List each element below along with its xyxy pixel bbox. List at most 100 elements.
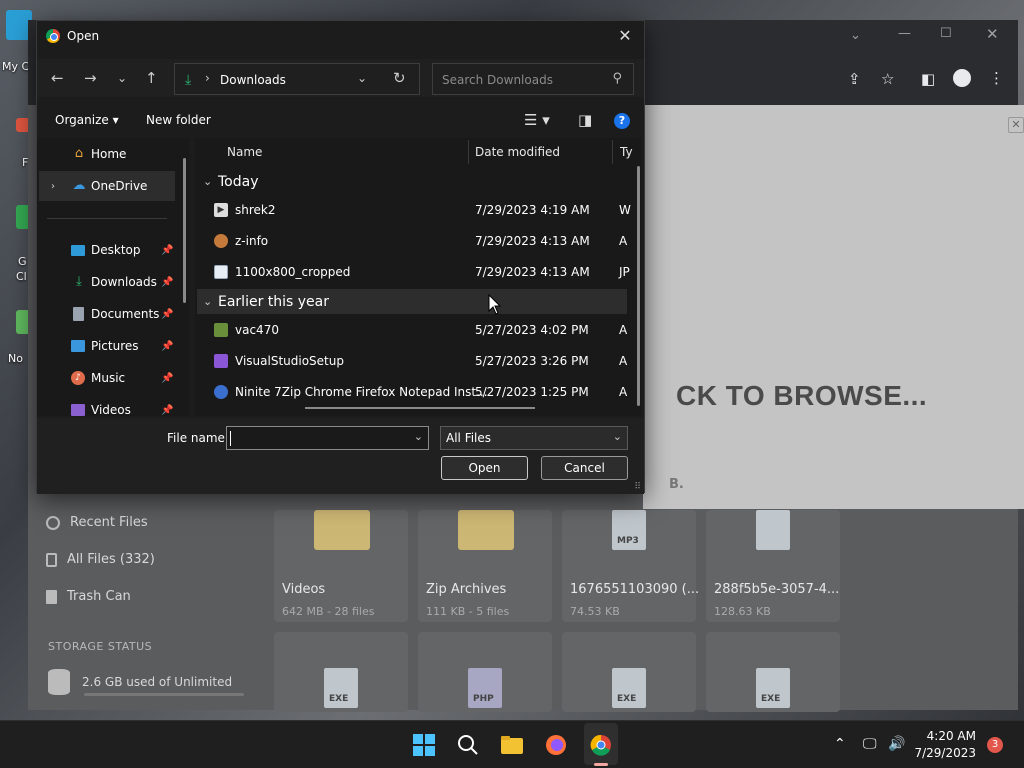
profile-icon[interactable] [953,69,971,87]
pin-icon[interactable]: 📌 [161,405,173,416]
file-row[interactable]: ▶ shrek2 7/29/2023 4:19 AM W [197,195,637,225]
side-panel-icon[interactable]: ◧ [921,70,935,88]
browse-prompt[interactable]: CK TO BROWSE... [676,380,927,412]
new-folder-button[interactable]: New folder [146,113,211,127]
network-icon[interactable]: 🖵 [863,736,877,752]
file-tile[interactable]: EXE [562,632,696,712]
volume-icon[interactable]: 🔊 [888,736,905,752]
forward-arrow-icon[interactable]: → [84,69,97,87]
pin-icon[interactable]: 📌 [161,341,173,352]
file-list-hscrollbar[interactable] [305,407,535,409]
desktop-label: G [18,255,27,268]
file-tile[interactable]: 288f5b5e-3057-4... 128.63 KB [706,510,840,622]
sidebar-item-trash[interactable]: Trash Can [46,589,131,604]
group-header-earlier-this-year[interactable]: ⌄ Earlier this year [197,289,627,314]
nav-divider [47,218,167,219]
address-bar[interactable]: ⤓ › Downloads ⌄ ↻ [174,63,420,95]
sidebar-item-recent[interactable]: Recent Files [46,515,148,530]
sidebar-item-desktop[interactable]: Desktop 📌 [37,235,177,265]
column-header-name[interactable]: Name [227,138,262,166]
sidebar-item-music[interactable]: ♪ Music 📌 [37,363,177,393]
sidebar-item-pictures[interactable]: Pictures 📌 [37,331,177,361]
preview-pane-icon[interactable]: ◨ [578,111,592,129]
refresh-icon[interactable]: ↻ [393,69,406,87]
breadcrumb-downloads[interactable]: Downloads [220,73,286,87]
notification-badge[interactable]: 3 [987,737,1003,753]
group-header-today[interactable]: ⌄ Today [197,169,627,194]
clock-date[interactable]: 7/29/2023 [914,746,976,760]
file-date: 5/27/2023 1:25 PM [475,385,589,399]
pin-icon[interactable]: 📌 [161,277,173,288]
maximize-icon[interactable]: ☐ [940,26,952,41]
file-date: 7/29/2023 4:19 AM [475,203,590,217]
chrome-icon[interactable] [589,733,613,757]
address-dropdown-icon[interactable]: ⌄ [357,71,367,85]
back-arrow-icon[interactable]: ← [51,69,64,87]
file-tile[interactable]: PHP [418,632,552,712]
search-input[interactable]: Search Downloads ⚲ [432,63,634,95]
close-icon[interactable]: ✕ [1008,117,1024,133]
file-explorer-icon[interactable] [500,733,524,757]
file-tile[interactable]: EXE [706,632,840,712]
file-row[interactable]: 1100x800_cropped 7/29/2023 4:13 AM JP [197,257,637,287]
file-row[interactable]: VisualStudioSetup 5/27/2023 3:26 PM A [197,346,637,376]
file-row[interactable]: vac470 5/27/2023 4:02 PM A [197,315,637,345]
collapse-chevron-icon[interactable]: ⌄ [203,175,212,188]
recent-locations-chevron-icon[interactable]: ⌄ [117,71,127,85]
file-tile[interactable]: EXE [274,632,408,712]
view-options-icon[interactable]: ☰ ▾ [524,111,550,129]
pin-icon[interactable]: 📌 [161,245,173,256]
file-tile[interactable]: MP3 1676551103090 (... 74.53 KB [562,510,699,622]
column-header-type[interactable]: Ty [620,138,633,166]
column-header-date[interactable]: Date modified [475,138,560,166]
chevron-down-icon[interactable]: ⌄ [850,28,861,43]
start-windows-icon[interactable] [412,733,436,757]
clock-icon [46,515,60,530]
open-button[interactable]: Open [441,456,528,480]
share-icon[interactable]: ⇪ [848,70,861,88]
command-bar: Organize ▾ New folder ☰ ▾ ◨ ? [37,103,644,137]
pin-icon[interactable]: 📌 [161,373,173,384]
sidebar-item-onedrive[interactable]: › ☁ OneDrive [39,171,175,201]
minimize-icon[interactable]: — [898,26,911,41]
help-icon[interactable]: ? [614,113,630,129]
nav-scrollbar[interactable] [183,158,186,303]
video-file-icon: ▶ [214,203,228,217]
collapse-chevron-icon[interactable]: ⌄ [203,295,212,308]
expand-chevron-icon[interactable]: › [51,181,55,192]
file-list-scrollbar[interactable] [637,166,640,406]
file-row[interactable]: z-info 7/29/2023 4:13 AM A [197,226,637,256]
search-icon[interactable] [456,733,480,757]
close-dialog-button[interactable]: ✕ [614,25,636,47]
sidebar-item-downloads[interactable]: ⤓ Downloads 📌 [37,267,177,297]
file-type-select[interactable]: All Files ⌄ [440,426,628,450]
file-row[interactable]: Ninite 7Zip Chrome Firefox Notepad Inst.… [197,377,637,407]
show-hidden-icons-chevron[interactable]: ⌃ [834,736,846,752]
pin-icon[interactable]: 📌 [161,309,173,320]
image-file-icon [214,265,228,279]
file-name-input[interactable]: ⌄ [226,426,429,450]
column-divider[interactable] [468,140,469,164]
up-arrow-icon[interactable]: ↑ [145,69,158,87]
star-icon[interactable]: ☆ [881,70,894,88]
file-tile[interactable]: Zip Archives 111 KB - 5 files [418,510,552,622]
organize-button[interactable]: Organize ▾ [55,113,119,127]
download-icon: ⤓ [76,274,82,289]
clock-time[interactable]: 4:20 AM [927,729,976,743]
file-name: vac470 [235,323,279,337]
menu-icon[interactable]: ⋮ [989,69,1004,87]
column-divider[interactable] [612,140,613,164]
sidebar-item-videos[interactable]: Videos 📌 [37,395,177,416]
chevron-down-icon[interactable]: ⌄ [414,430,423,443]
home-icon: ⌂ [74,146,84,161]
chevron-down-icon[interactable]: ⌄ [613,430,622,443]
sidebar-item-home[interactable]: ⌂ Home [37,139,177,169]
sidebar-item-documents[interactable]: Documents 📌 [37,299,177,329]
resize-grip-icon[interactable]: ⠿ [634,482,641,492]
cancel-button[interactable]: Cancel [541,456,628,480]
sidebar-item-all-files[interactable]: All Files (332) [46,552,155,567]
close-window-icon[interactable]: ✕ [986,25,999,43]
dialog-title: Open [67,29,100,43]
file-tile[interactable]: Videos 642 MB - 28 files [274,510,408,622]
firefox-icon[interactable] [544,733,568,757]
